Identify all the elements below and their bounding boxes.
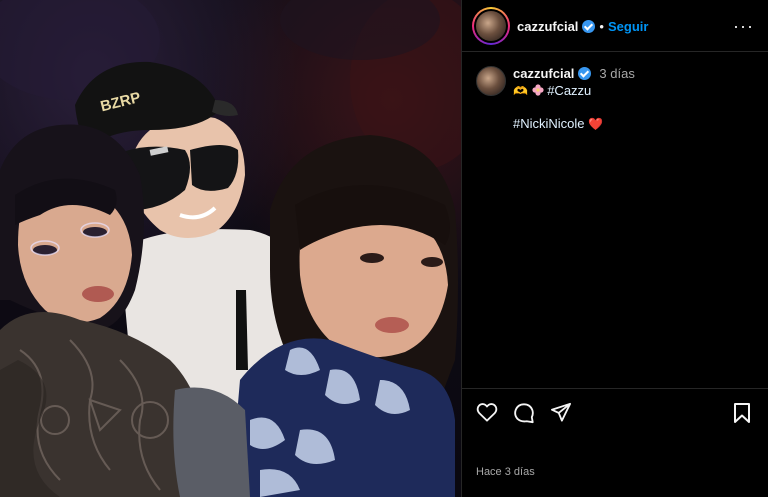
header-username[interactable]: cazzufcial xyxy=(517,19,578,34)
post-photo[interactable]: BZRP xyxy=(0,0,461,497)
verified-icon xyxy=(578,67,592,80)
caption-line-2: #NickiNicole ❤️ xyxy=(513,116,603,131)
bookmark-icon[interactable] xyxy=(732,402,752,424)
caption-time: 3 días xyxy=(599,66,635,81)
flower-emoji xyxy=(531,84,544,96)
post-timestamp: Hace 3 días xyxy=(476,466,535,478)
header-user-line: cazzufcial • Seguir xyxy=(517,18,648,36)
share-icon[interactable] xyxy=(550,402,572,422)
caption-username[interactable]: cazzufcial xyxy=(513,66,574,81)
post-actions xyxy=(462,388,768,497)
author-avatar[interactable] xyxy=(472,7,510,45)
heart-icon[interactable] xyxy=(476,402,498,422)
hashtag-nickinicole[interactable]: #NickiNicole xyxy=(513,116,585,131)
caption-avatar[interactable] xyxy=(476,66,506,96)
caption-header: cazzufcial 3 días xyxy=(513,66,635,81)
hands-emoji: 🫶 xyxy=(513,84,528,98)
caption-line-1: 🫶 #Cazzu xyxy=(513,83,591,98)
follow-button[interactable]: Seguir xyxy=(608,19,648,34)
separator-dot: • xyxy=(599,19,604,34)
comment-icon[interactable] xyxy=(513,402,535,424)
more-options-icon[interactable]: ··· xyxy=(733,17,754,35)
hashtag-cazzu[interactable]: #Cazzu xyxy=(547,83,591,98)
heart-emoji: ❤️ xyxy=(588,117,604,131)
post-sidebar: cazzufcial • Seguir ··· cazzufcial 3 días 🫶… xyxy=(462,0,768,497)
post-header: cazzufcial • Seguir ··· xyxy=(462,0,768,52)
verified-icon xyxy=(582,20,596,33)
photo-illustration: BZRP xyxy=(0,0,461,497)
